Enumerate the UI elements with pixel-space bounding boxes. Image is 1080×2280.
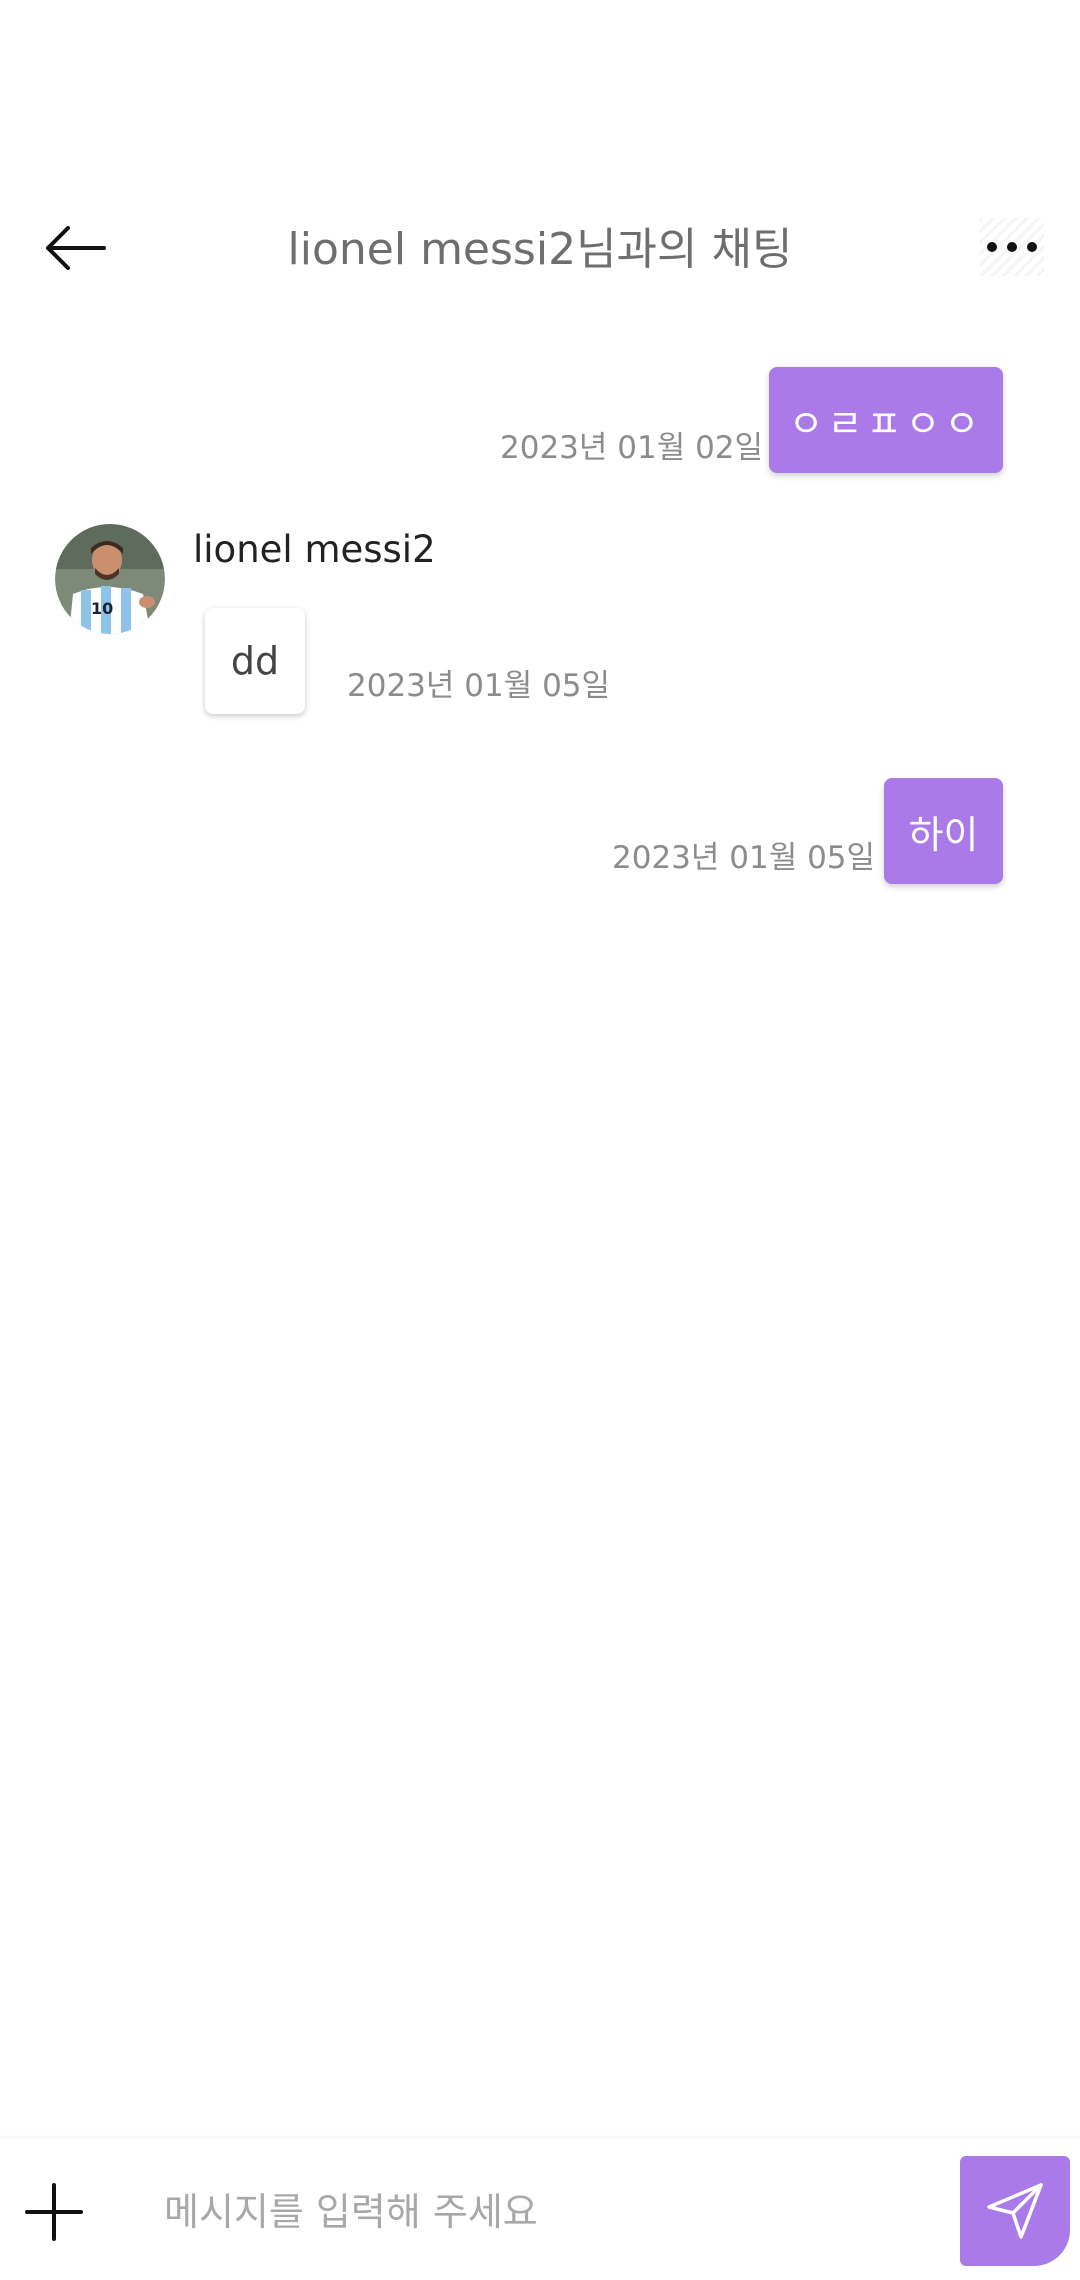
sender-name: lionel messi2 <box>193 528 436 571</box>
outgoing-message-bubble[interactable]: 하이 <box>884 778 1003 884</box>
add-attachment-button[interactable] <box>18 2176 90 2248</box>
message-timestamp: 2023년 01월 02일 <box>500 430 764 466</box>
send-button[interactable] <box>960 2156 1070 2266</box>
message-timestamp: 2023년 01월 05일 <box>347 668 611 704</box>
send-icon <box>987 2183 1043 2239</box>
message-input[interactable] <box>150 2172 930 2252</box>
avatar[interactable]: 10 <box>55 524 165 634</box>
sender-avatar-image: 10 <box>55 524 165 634</box>
more-horizontal-icon <box>987 242 1037 252</box>
page-title: lionel messi2님과의 채팅 <box>287 224 793 275</box>
more-options-button[interactable] <box>980 218 1044 276</box>
back-button[interactable] <box>36 212 116 284</box>
incoming-message-bubble[interactable]: dd <box>205 608 305 714</box>
arrow-left-icon <box>46 226 106 270</box>
svg-text:10: 10 <box>91 599 113 618</box>
message-timestamp: 2023년 01월 05일 <box>612 840 876 876</box>
plus-icon <box>25 2183 83 2241</box>
outgoing-message-bubble[interactable]: ㅇㄹㅍㅇㅇ <box>769 367 1003 473</box>
